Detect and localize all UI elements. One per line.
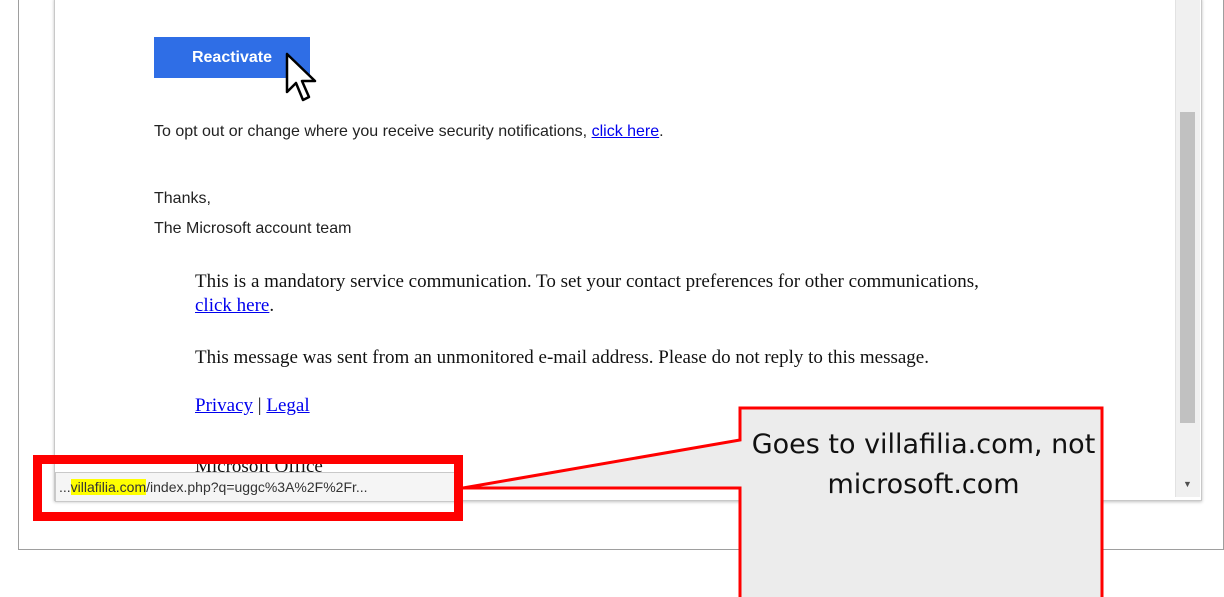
callout-text: Goes to villafilia.com, not microsoft.co…: [751, 429, 1096, 500]
callout-bubble: [462, 406, 1104, 597]
